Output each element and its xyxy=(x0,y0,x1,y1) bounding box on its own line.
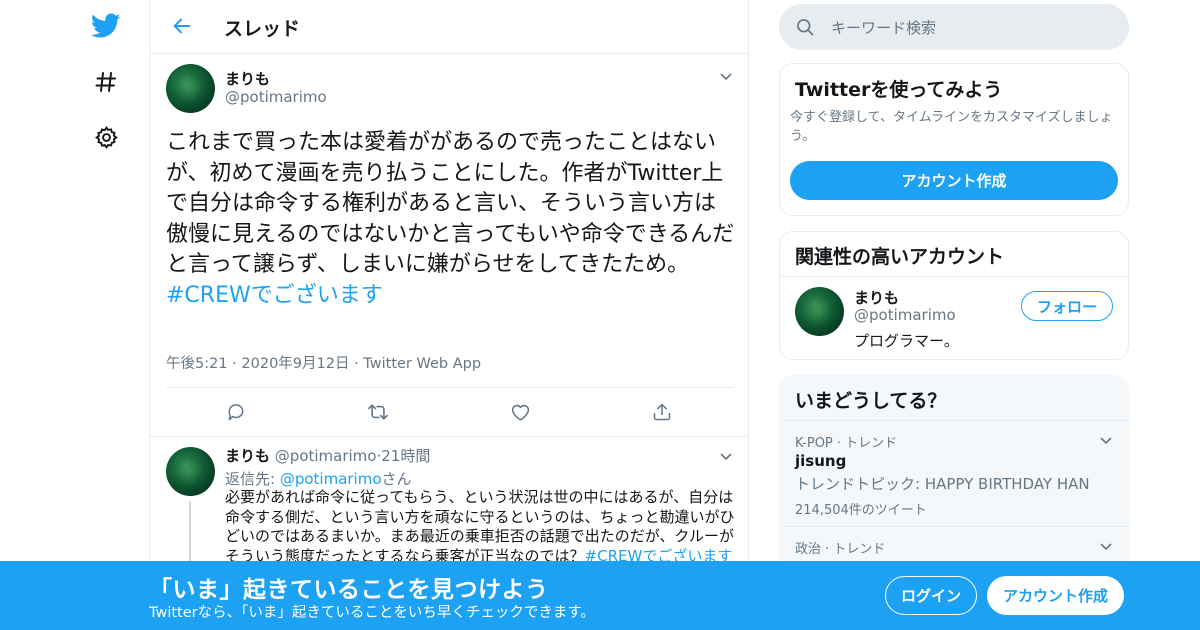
divider xyxy=(780,420,1128,421)
heart-icon[interactable] xyxy=(508,400,532,424)
search-input[interactable]: キーワード検索 xyxy=(831,17,936,38)
signup-card-desc: 今すぐ登録して、タイムラインをカスタマイズしましょう。 xyxy=(790,110,1113,144)
create-account-button[interactable]: アカウント作成 xyxy=(987,576,1124,615)
author-handle[interactable]: @potimarimo xyxy=(275,447,377,465)
reply-to: 返信先: @potimarimoさん xyxy=(225,468,412,489)
signup-card-title: Twitterを使ってみよう xyxy=(795,79,1003,101)
gear-icon[interactable] xyxy=(90,121,122,153)
author-name[interactable]: まりも xyxy=(225,447,270,465)
login-button[interactable]: ログイン xyxy=(885,576,977,615)
trend-name[interactable]: jisung xyxy=(795,452,846,470)
main-tweet: まりも @potimarimo これまで買った本は愛着ががあるので売ったことはな… xyxy=(150,54,748,437)
account-handle[interactable]: @potimarimo xyxy=(854,306,956,324)
search-icon xyxy=(795,17,815,37)
tweet-body: これまで買った本は愛着ががあるので売ったことはないが、初めて漫画を売り払うことに… xyxy=(166,130,735,277)
share-icon[interactable] xyxy=(650,400,674,424)
retweet-icon[interactable] xyxy=(366,400,390,424)
search-box[interactable]: キーワード検索 xyxy=(779,4,1129,50)
reply-age[interactable]: 21時間 xyxy=(381,447,430,465)
back-arrow-icon[interactable] xyxy=(168,12,196,40)
trend-count: 214,504件のツイート xyxy=(795,503,927,518)
trend-meta: K-POP · トレンド xyxy=(795,436,898,451)
chevron-down-icon[interactable] xyxy=(1097,538,1115,556)
banner-title: 「いま」起きていることを見つけよう xyxy=(149,577,549,603)
account-name[interactable]: まりも xyxy=(854,287,899,308)
chevron-down-icon[interactable] xyxy=(717,448,735,466)
avatar[interactable] xyxy=(166,64,215,113)
avatar[interactable] xyxy=(795,287,844,336)
thread-header: スレッド xyxy=(150,0,748,54)
follow-button[interactable]: フォロー xyxy=(1021,291,1113,321)
account-bio: プログラマー。 xyxy=(854,332,959,350)
trend-meta: 政治 · トレンド xyxy=(795,542,886,557)
reply-to-label: 返信先: xyxy=(225,470,280,488)
reply-text: 必要があれば命令に従ってもらう、という状況は世の中にはあるが、自分は命令する側だ… xyxy=(225,488,735,566)
create-account-button[interactable]: アカウント作成 xyxy=(790,161,1118,200)
tweet-text: これまで買った本は愛着ががあるので売ったことはないが、初めて漫画を売り払うことに… xyxy=(166,128,736,311)
chevron-down-icon[interactable] xyxy=(717,68,735,86)
tweet-hashtag[interactable]: #CREWでございます xyxy=(166,283,383,308)
tweet-meta: 午後5:21 · 2020年9月12日 · Twitter Web App xyxy=(166,352,481,373)
chevron-down-icon[interactable] xyxy=(1097,432,1115,450)
author-handle[interactable]: @potimarimo xyxy=(225,88,327,106)
page-title: スレッド xyxy=(224,18,301,40)
related-card-title: 関連性の高いアカウント xyxy=(795,246,1005,268)
trends-card-title: いまどうしてる？ xyxy=(795,390,947,412)
hashtag-icon[interactable] xyxy=(90,66,122,98)
divider xyxy=(780,276,1128,277)
reply-tweet[interactable]: まりも @potimarimo·21時間 返信先: @potimarimoさん … xyxy=(150,437,748,571)
reply-to-suffix: さん xyxy=(381,470,412,488)
divider xyxy=(780,526,1128,527)
signup-card: Twitterを使ってみよう 今すぐ登録して、タイムラインをカスタマイズしましょ… xyxy=(779,63,1129,216)
author-name[interactable]: まりも xyxy=(225,68,270,89)
divider xyxy=(166,387,734,388)
tweet-date[interactable]: 2020年9月12日 xyxy=(241,356,349,372)
trend-topic: トレンドトピック: HAPPY BIRTHDAY HAN xyxy=(795,475,1090,493)
banner-subtitle: Twitterなら、「いま」起きていることをいち早くチェックできます。 xyxy=(149,605,595,621)
reply-header: まりも @potimarimo·21時間 xyxy=(225,445,430,466)
signup-banner: 「いま」起きていることを見つけよう Twitterなら、「いま」起きていることを… xyxy=(0,561,1200,630)
tweet-source[interactable]: Twitter Web App xyxy=(363,356,481,372)
tweet-time[interactable]: 午後5:21 xyxy=(166,356,228,372)
avatar[interactable] xyxy=(166,447,215,496)
thread-column: スレッド まりも @potimarimo これまで買った本は愛着ががあるので売っ… xyxy=(149,0,749,630)
left-nav xyxy=(80,0,150,630)
reply-to-handle[interactable]: @potimarimo xyxy=(280,470,382,488)
meta-separator: · xyxy=(232,356,237,372)
related-accounts-card: 関連性の高いアカウント まりも @potimarimo プログラマー。 フォロー xyxy=(779,231,1129,360)
reply-icon[interactable] xyxy=(224,400,248,424)
trends-card: いまどうしてる？ K-POP · トレンド jisung トレンドトピック: H… xyxy=(779,375,1129,575)
meta-separator: · xyxy=(354,356,359,372)
twitter-bird-icon[interactable] xyxy=(90,10,122,42)
